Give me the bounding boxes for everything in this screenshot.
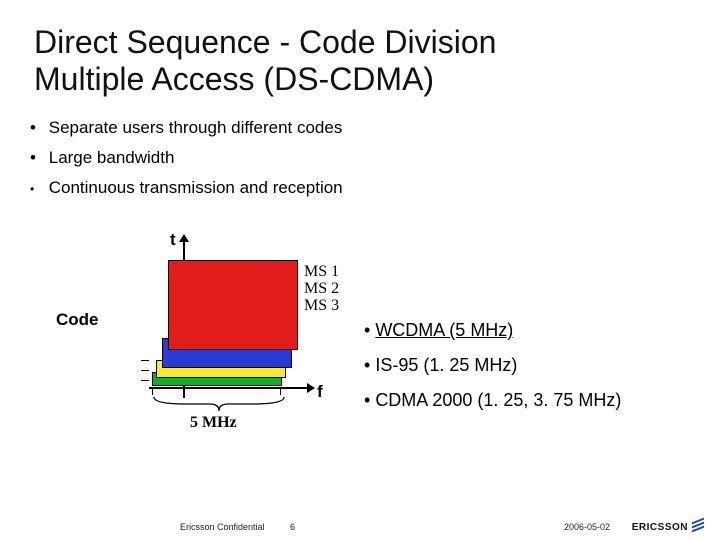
list-item: • CDMA 2000 (1. 25, 3. 75 MHz) — [364, 390, 621, 411]
bullet-dot-icon: • — [364, 320, 375, 340]
title-line-1: Direct Sequence - Code Division — [34, 24, 496, 60]
axis-f-label: f — [317, 382, 323, 402]
standards-list: • WCDMA (5 MHz) • IS-95 (1. 25 MHz) • CD… — [364, 320, 621, 425]
axis-tick — [280, 388, 281, 395]
bullet-list: • Separate users through different codes… — [30, 118, 343, 208]
ms-label: MS 3 — [304, 298, 339, 315]
page-title: Direct Sequence - Code Division Multiple… — [34, 24, 496, 98]
list-text: CDMA 2000 (1. 25, 3. 75 MHz) — [375, 390, 621, 410]
code-axis-label: Code — [56, 310, 99, 330]
bullet-dot-icon: • — [30, 148, 44, 168]
axis-tick — [141, 360, 149, 361]
bullet-text: Continuous transmission and reception — [49, 178, 343, 197]
list-item: • IS-95 (1. 25 MHz) — [364, 355, 621, 376]
brand-text: ERICSSON — [632, 522, 688, 533]
axis-f-line — [149, 387, 313, 389]
footer-date: 2006-05-02 — [564, 522, 610, 532]
list-text: WCDMA (5 MHz) — [375, 320, 513, 340]
bullet-item: • Large bandwidth — [30, 148, 343, 168]
axis-tick — [141, 370, 149, 371]
bullet-dot-icon: • — [364, 355, 375, 375]
bullet-item: • Separate users through different codes — [30, 118, 343, 138]
ms-label-group: MS 1 MS 2 MS 3 — [304, 264, 339, 314]
footer-confidential: Ericsson Confidential — [180, 522, 265, 532]
bullet-text: Large bandwidth — [49, 148, 175, 167]
bandwidth-label: 5 MHz — [190, 414, 237, 432]
bullet-item: • Continuous transmission and reception — [30, 178, 343, 198]
diagram: t Code MS 1 MS 2 MS 3 f 5 MHz — [80, 230, 340, 440]
brace-icon — [152, 395, 286, 413]
block-red — [168, 260, 298, 350]
footer-page: 6 — [290, 522, 295, 532]
bullet-dot-icon: • — [364, 390, 375, 410]
brand-logo: ERICSSON — [632, 520, 706, 534]
ms-label: MS 1 — [304, 264, 339, 281]
list-text: IS-95 (1. 25 MHz) — [375, 355, 517, 375]
ericsson-bars-icon — [692, 520, 706, 534]
bullet-dot-icon: • — [30, 118, 44, 138]
list-item: • WCDMA (5 MHz) — [364, 320, 621, 341]
slide: Direct Sequence - Code Division Multiple… — [0, 0, 720, 540]
ms-label: MS 2 — [304, 281, 339, 298]
bullet-text: Separate users through different codes — [49, 118, 343, 137]
bullet-dot-icon: • — [30, 182, 44, 196]
axis-t-label: t — [170, 230, 176, 250]
footer: Ericsson Confidential 6 2006-05-02 — [0, 514, 720, 532]
title-line-2: Multiple Access (DS-CDMA) — [34, 61, 434, 97]
axis-tick — [141, 380, 149, 381]
axis-tick — [152, 388, 153, 395]
